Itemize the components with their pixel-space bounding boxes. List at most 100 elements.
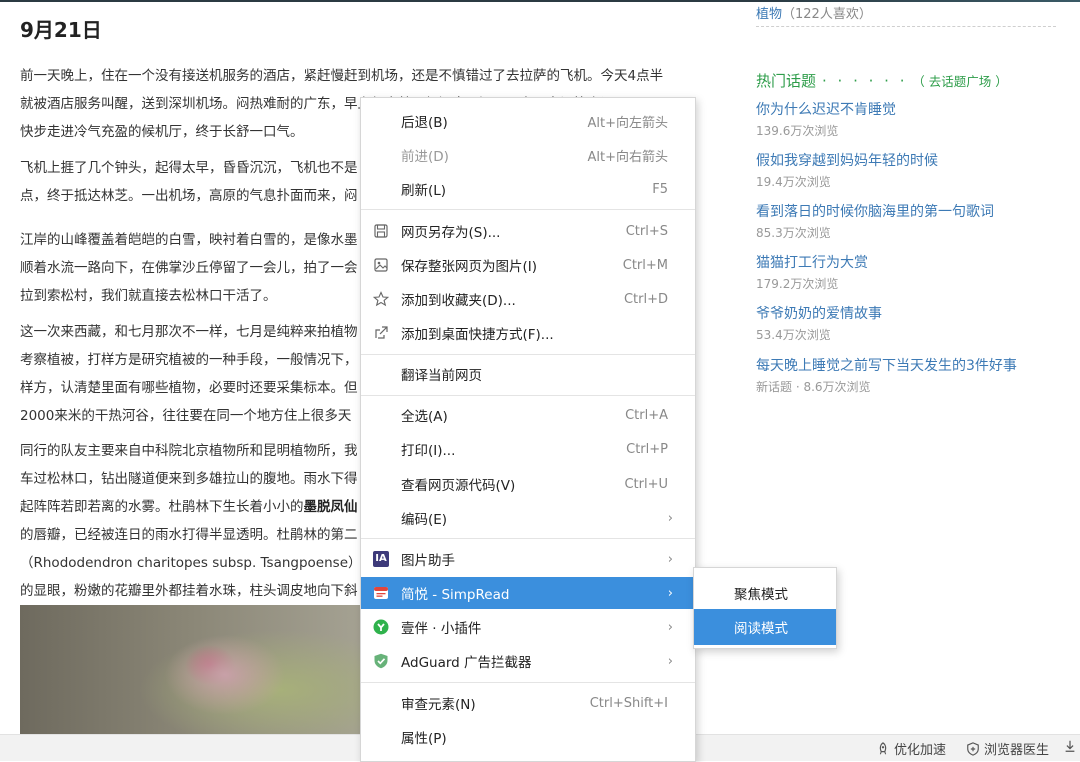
topic-title[interactable]: 看到落日的时候你脑海里的第一句歌词 — [756, 202, 1056, 222]
menu-item-select-all[interactable]: 全选(A) Ctrl+A — [361, 399, 695, 431]
menu-item-add-favorite[interactable]: 添加到收藏夹(D)... Ctrl+D — [361, 283, 695, 315]
chevron-right-icon: › — [667, 585, 673, 601]
submenu-label: 阅读模式 — [734, 621, 788, 637]
menu-shortcut: Ctrl+D — [623, 291, 668, 307]
menu-item-save-as[interactable]: 网页另存为(S)... Ctrl+S — [361, 215, 695, 247]
menu-item-adguard[interactable]: AdGuard 广告拦截器 › — [361, 645, 695, 677]
browser-doctor-button[interactable]: 浏览器医生 — [966, 739, 1049, 758]
menu-item-view-source[interactable]: 查看网页源代码(V) Ctrl+U — [361, 468, 695, 500]
article-date: 9月21日 — [20, 18, 102, 42]
menu-shortcut: Ctrl+Shift+I — [589, 695, 668, 711]
speedup-button[interactable]: 优化加速 — [876, 739, 946, 758]
menu-item-save-image[interactable]: 保存整张网页为图片(I) Ctrl+M — [361, 249, 695, 281]
menu-label: 全选(A) — [401, 409, 448, 425]
menu-label: AdGuard 广告拦截器 — [401, 655, 532, 671]
floppy-icon — [374, 224, 388, 238]
menu-label: 网页另存为(S)... — [401, 225, 501, 241]
menu-item-print[interactable]: 打印(I)... Ctrl+P — [361, 433, 695, 465]
menu-shortcut: Ctrl+P — [626, 441, 668, 457]
plant-tag-link[interactable]: 植物 — [756, 7, 782, 22]
topic-title[interactable]: 每天晚上睡觉之前写下当天发生的3件好事 — [756, 356, 1056, 376]
download-icon — [1065, 740, 1075, 752]
browser-doctor-label: 浏览器医生 — [984, 743, 1050, 758]
menu-separator — [361, 395, 695, 396]
menu-label: 翻译当前网页 — [401, 368, 482, 384]
plant-tag-line: 植物（122人喜欢） — [756, 3, 872, 22]
menu-shortcut: F5 — [652, 181, 668, 197]
menu-item-image-helper[interactable]: IA 图片助手 › — [361, 543, 695, 575]
menu-shortcut: Ctrl+A — [625, 407, 668, 423]
submenu-item-reading-mode[interactable]: 阅读模式 — [694, 609, 836, 645]
menu-label: 壹伴 · 小插件 — [401, 621, 482, 637]
menu-label: 后退(B) — [401, 115, 448, 131]
menu-shortcut: Alt+向右箭头 — [587, 149, 669, 165]
menu-item-properties[interactable]: 属性(P) — [361, 721, 695, 753]
shield-plus-icon — [967, 741, 979, 756]
menu-item-yiban[interactable]: 壹伴 · 小插件 › — [361, 611, 695, 643]
yiban-icon — [373, 619, 389, 635]
menu-label: 打印(I)... — [401, 443, 456, 459]
menu-shortcut: Ctrl+S — [625, 223, 668, 239]
topic-views: 85.3万次浏览 — [756, 226, 831, 240]
bold-plant-name: 墨脱凤仙 — [303, 499, 358, 515]
menu-label: 属性(P) — [401, 731, 447, 747]
topic-item: 看到落日的时候你脑海里的第一句歌词 85.3万次浏览 — [756, 202, 1056, 242]
download-button[interactable] — [1063, 739, 1077, 753]
topic-views: 新话题 · 8.6万次浏览 — [756, 380, 871, 394]
hot-topics-heading: 热门话题 · · · · · · （ 去话题广场 ） — [756, 70, 1008, 91]
menu-label: 刷新(L) — [401, 183, 447, 199]
rocket-icon — [879, 741, 887, 754]
menu-label: 保存整张网页为图片(I) — [401, 259, 538, 275]
chevron-right-icon: › — [667, 551, 673, 567]
menu-item-desktop-shortcut[interactable]: 添加到桌面快捷方式(F)... — [361, 317, 695, 349]
menu-label: 添加到收藏夹(D)... — [401, 293, 516, 309]
image-icon — [374, 258, 388, 272]
menu-shortcut: Alt+向左箭头 — [587, 115, 669, 131]
menu-item-encoding[interactable]: 编码(E) › — [361, 502, 695, 534]
hot-topics-title: 热门话题 — [756, 72, 817, 90]
simpread-submenu: 聚焦模式 阅读模式 — [693, 567, 837, 649]
topic-plaza-link[interactable]: （ 去话题广场 ） — [912, 74, 1007, 89]
topic-title[interactable]: 爷爷奶奶的爱情故事 — [756, 304, 1056, 324]
topic-title[interactable]: 假如我穿越到妈妈年轻的时候 — [756, 151, 1056, 171]
submenu-item-focus-mode[interactable]: 聚焦模式 — [694, 575, 836, 611]
topic-title[interactable]: 猫猫打工行为大赏 — [756, 253, 1056, 273]
menu-label: 前进(D) — [401, 149, 449, 165]
hot-topics-dots: · · · · · · — [822, 72, 908, 90]
star-icon — [373, 291, 389, 307]
menu-separator — [361, 354, 695, 355]
chevron-right-icon: › — [667, 619, 673, 635]
context-menu: 后退(B) Alt+向左箭头 前进(D) Alt+向右箭头 刷新(L) F5 网… — [360, 97, 696, 762]
topic-item: 你为什么迟迟不肯睡觉 139.6万次浏览 — [756, 100, 1056, 140]
menu-label: 审查元素(N) — [401, 697, 476, 713]
menu-shortcut: Ctrl+U — [624, 476, 668, 492]
menu-label: 图片助手 — [401, 553, 455, 569]
topic-views: 179.2万次浏览 — [756, 277, 839, 291]
menu-label: 查看网页源代码(V) — [401, 478, 516, 494]
topic-title[interactable]: 你为什么迟迟不肯睡觉 — [756, 100, 1056, 120]
topic-views: 53.4万次浏览 — [756, 328, 831, 342]
menu-item-translate[interactable]: 翻译当前网页 — [361, 358, 695, 390]
speedup-label: 优化加速 — [894, 743, 947, 758]
menu-item-back[interactable]: 后退(B) Alt+向左箭头 — [361, 105, 695, 137]
submenu-label: 聚焦模式 — [734, 587, 788, 603]
menu-separator — [361, 209, 695, 210]
menu-item-inspect[interactable]: 审查元素(N) Ctrl+Shift+I — [361, 687, 695, 719]
menu-item-forward[interactable]: 前进(D) Alt+向右箭头 — [361, 139, 695, 171]
menu-label: 添加到桌面快捷方式(F)... — [401, 327, 554, 343]
simpread-icon — [374, 587, 388, 599]
topic-item: 猫猫打工行为大赏 179.2万次浏览 — [756, 253, 1056, 293]
adguard-shield-icon — [374, 653, 388, 669]
shortcut-icon — [375, 326, 388, 339]
topic-item: 爷爷奶奶的爱情故事 53.4万次浏览 — [756, 304, 1056, 344]
topic-item: 假如我穿越到妈妈年轻的时候 19.4万次浏览 — [756, 151, 1056, 191]
chevron-right-icon: › — [667, 510, 673, 526]
plant-likes: （122人喜欢） — [782, 7, 872, 22]
menu-separator — [361, 538, 695, 539]
chevron-right-icon: › — [667, 653, 673, 669]
menu-shortcut: Ctrl+M — [622, 257, 668, 273]
image-helper-icon: IA — [373, 551, 389, 567]
dashed-divider — [756, 26, 1056, 27]
menu-item-simpread[interactable]: 简悦 - SimpRead › — [361, 577, 695, 609]
menu-item-refresh[interactable]: 刷新(L) F5 — [361, 173, 695, 205]
